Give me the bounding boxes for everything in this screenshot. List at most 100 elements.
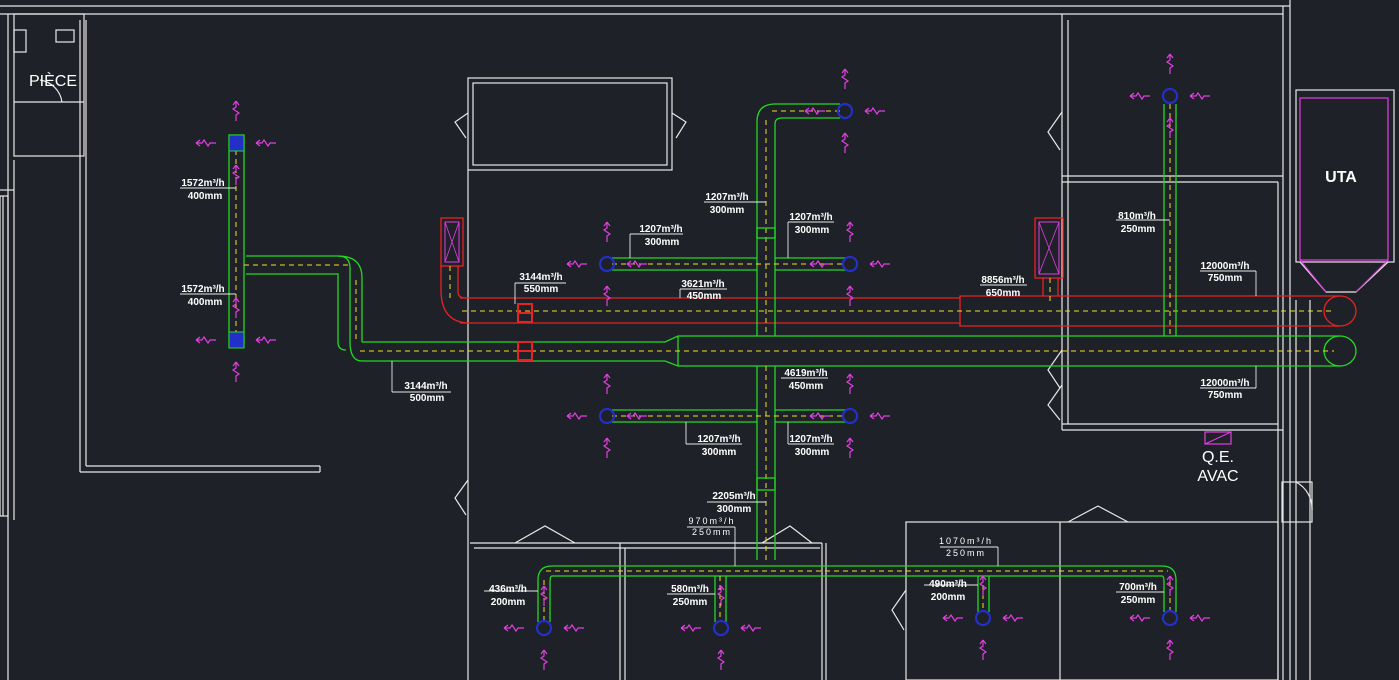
- duct-flow-label: 436m³/h: [489, 584, 527, 595]
- duct-size-label: 400mm: [188, 297, 223, 308]
- diffuser: [228, 331, 245, 349]
- airflow-arrow-icon: [563, 623, 584, 633]
- airflow-arrow-icon: [809, 259, 830, 269]
- airflow-arrow-icon: [1189, 91, 1210, 101]
- airflow-arrow-icon: [602, 221, 612, 242]
- airflow-arrow-icon: [1129, 613, 1150, 623]
- airflow-arrow-icon: [626, 259, 647, 269]
- duct-size-label: 250mm: [673, 597, 708, 608]
- airflow-arrow-icon: [809, 411, 830, 421]
- airflow-arrow-icon: [1165, 639, 1175, 660]
- airflow-arrow-icon: [1189, 613, 1210, 623]
- airflow-arrow-icon: [845, 221, 855, 242]
- diffuser: [712, 619, 730, 637]
- duct-size-label: 400mm: [188, 191, 223, 202]
- airflow-arrow-icon: [716, 649, 726, 670]
- airflow-arrow-icon: [845, 373, 855, 394]
- airflow-arrow-icon: [740, 623, 761, 633]
- duct-flow-label: 12000m³/h: [1201, 378, 1250, 389]
- airflow-arrow-icon: [602, 437, 612, 458]
- airflow-arrow-icon: [231, 164, 241, 185]
- airflow-arrow-icon: [1165, 117, 1175, 138]
- airflow-arrow-icon: [845, 437, 855, 458]
- duct-flow-label: 1207m³/h: [789, 434, 832, 445]
- duct-size-label: 250mm: [692, 527, 732, 537]
- diffuser: [841, 255, 859, 273]
- diffuser: [836, 102, 854, 120]
- duct-size-label: 250mm: [1121, 224, 1156, 235]
- airflow-arrow-icon: [978, 639, 988, 660]
- hvac-floor-plan: UTA 1572m³/h 400mm 1572m³/h 400mm 1207m³…: [0, 0, 1395, 680]
- airflow-arrow-icon: [869, 411, 890, 421]
- duct-size-label: 750mm: [1208, 390, 1243, 401]
- airflow-arrow-icon: [539, 585, 549, 606]
- airflow-arrow-icon: [195, 138, 216, 148]
- airflow-arrow-icon: [626, 411, 647, 421]
- airflow-arrow-icon: [231, 297, 241, 318]
- airflow-arrow-icon: [1165, 53, 1175, 74]
- airflow-arrow-icon: [840, 132, 850, 153]
- duct-size-label: 200mm: [931, 592, 966, 603]
- duct-size-label: 300mm: [710, 205, 745, 216]
- duct-flow-label: 1070m³/h: [939, 536, 993, 546]
- qe-label-line1: Q.E.: [1202, 449, 1234, 466]
- duct-size-label: 500mm: [410, 393, 445, 404]
- diffuser: [974, 609, 992, 627]
- duct-size-label: 650mm: [986, 288, 1021, 299]
- room-label-piece: PIÈCE: [29, 71, 77, 90]
- duct-size-label: 200mm: [491, 597, 526, 608]
- uta-unit: UTA: [1295, 89, 1395, 293]
- duct-flow-label: 3144m³/h: [404, 381, 447, 392]
- duct-size-label: 250mm: [1121, 595, 1156, 606]
- airflow-arrow-icon: [680, 623, 701, 633]
- airflow-arrow-icon: [255, 138, 276, 148]
- qe-label-line2: AVAC: [1197, 468, 1238, 485]
- duct-size-label: 300mm: [795, 447, 830, 458]
- duct-flow-label: 490m³/h: [929, 579, 967, 590]
- duct-size-label: 450mm: [687, 291, 722, 302]
- duct-flow-label: 1207m³/h: [697, 434, 740, 445]
- airflow-arrow-icon: [978, 575, 988, 596]
- duct-size-label: 300mm: [717, 504, 752, 515]
- duct-flow-label: 810m³/h: [1118, 211, 1156, 222]
- airflow-arrow-icon: [503, 623, 524, 633]
- airflow-arrow-icon: [840, 68, 850, 89]
- duct-size-label: 300mm: [795, 225, 830, 236]
- duct-flow-label: 12000m³/h: [1201, 261, 1250, 272]
- duct-flow-label: 1572m³/h: [181, 178, 224, 189]
- diffuser: [1161, 609, 1179, 627]
- airflow-arrow-icon: [1129, 91, 1150, 101]
- airflow-arrow-icon: [804, 106, 825, 116]
- diffuser: [598, 255, 616, 273]
- duct-flow-label: 1207m³/h: [639, 224, 682, 235]
- airflow-arrow-icon: [716, 585, 726, 606]
- duct-size-label: 250mm: [946, 548, 986, 558]
- airflow-arrow-icon: [566, 411, 587, 421]
- airflow-arrow-icon: [566, 259, 587, 269]
- duct-size-label: 300mm: [702, 447, 737, 458]
- duct-flow-label: 970m³/h: [688, 516, 735, 526]
- duct-flow-label: 1207m³/h: [705, 192, 748, 203]
- duct-flow-label: 700m³/h: [1119, 582, 1157, 593]
- airflow-arrow-icon: [539, 649, 549, 670]
- duct-size-label: 750mm: [1208, 273, 1243, 284]
- duct-flow-label: 1207m³/h: [789, 212, 832, 223]
- duct-flow-label: 1572m³/h: [181, 284, 224, 295]
- extract-duct-network: [440, 217, 1357, 327]
- diffuser: [228, 134, 245, 152]
- airflow-arrow-icon: [845, 285, 855, 306]
- duct-size-label: 450mm: [789, 381, 824, 392]
- airflow-arrow-icon: [1002, 613, 1023, 623]
- duct-flow-label: 2205m³/h: [712, 491, 755, 502]
- airflow-arrow-icon: [255, 335, 276, 345]
- uta-label: UTA: [1325, 169, 1357, 186]
- duct-flow-label: 4619m³/h: [784, 368, 827, 379]
- diffuser: [841, 407, 859, 425]
- duct-flow-label: 3621m³/h: [681, 279, 724, 290]
- duct-flow-label: 8856m³/h: [981, 275, 1024, 286]
- duct-flow-label: 580m³/h: [671, 584, 709, 595]
- airflow-arrow-icon: [602, 373, 612, 394]
- airflow-arrow-icon: [231, 361, 241, 382]
- duct-flow-label: 3144m³/h: [519, 272, 562, 283]
- diffuser: [598, 407, 616, 425]
